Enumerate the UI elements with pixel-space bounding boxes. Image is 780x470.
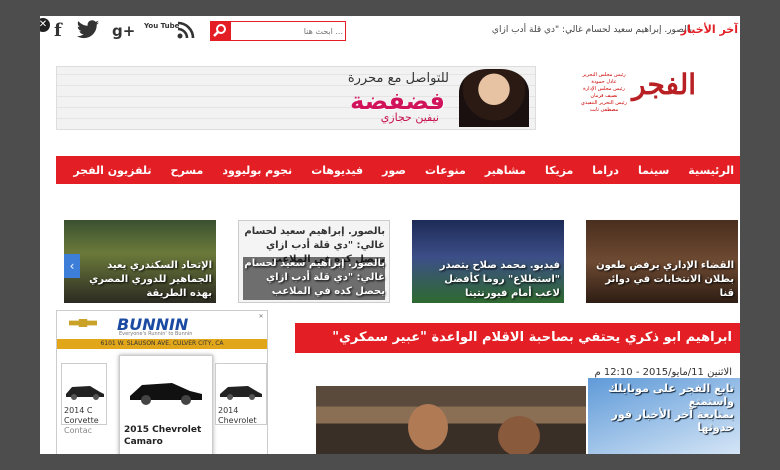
ad-header: BUNNIN Everyone's Runnin' to Bunnin ✕: [57, 311, 267, 339]
nav-item-drama[interactable]: دراما: [592, 164, 619, 177]
ad-car-label: 2015 Chevrolet Camaro: [124, 425, 202, 447]
facebook-icon[interactable]: f: [54, 20, 62, 42]
rss-icon[interactable]: [176, 20, 196, 42]
card-title: الإتحاد السكندري يعيد الجماهير للدوري ال…: [89, 260, 212, 299]
nav-item-celebrities[interactable]: مشاهير: [485, 164, 526, 177]
article-date: الاثنين 11/مايو/2015 - 12:10 م: [594, 367, 732, 378]
ticker-label: آخر الأخبار: [680, 23, 738, 36]
nav-item-tv[interactable]: تلفزيون الفجر: [73, 164, 151, 177]
top-bar: f g+ You Tube بالصور. إبراهيم سعيد لحسام…: [40, 16, 740, 47]
popup-text: تابع الفجر على موبايلك واستمتع بمتابعة آ…: [608, 382, 734, 434]
car-icon: [130, 383, 202, 405]
article-headline-bar[interactable]: ابراهيم ابو ذكري يحتفي بصاحبة الاقلام ال…: [295, 323, 740, 353]
nav-item-photos[interactable]: صور: [382, 164, 406, 177]
logo-text: الفجر: [632, 68, 696, 101]
news-slider: الإتحاد السكندري يعيد الجماهير للدوري ال…: [64, 220, 740, 303]
page: f g+ You Tube بالصور. إبراهيم سعيد لحسام…: [40, 16, 740, 454]
contact-banner[interactable]: للتواصل مع محررة فضفضة نيفين حجازي: [56, 66, 536, 130]
google-plus-icon[interactable]: g+: [112, 22, 135, 44]
card-title: القضاء الإداري يرفض طعون بطلان الانتخابا…: [596, 260, 734, 299]
nav-item-more[interactable]: المزيد: [40, 164, 54, 177]
slider-card[interactable]: فيديو. محمد صلاح يتصدر "استطلاع" روما كأ…: [412, 220, 564, 303]
news-ticker[interactable]: بالصور. إبراهيم سعيد لحسام غالي: "دي قلة…: [492, 25, 692, 35]
ad-car-card[interactable]: 2014 C Corvette Contac: [61, 363, 107, 435]
nav-item-videos[interactable]: فيديوهات: [311, 164, 363, 177]
card-title-overlay: بالصور. إبراهيم سعيد لحسام غالي: "دي قلة…: [243, 257, 385, 300]
car-icon: [66, 386, 104, 400]
nav-item-music[interactable]: مزيكا: [545, 164, 573, 177]
banner-portrait: [459, 69, 529, 127]
ad-car-label: 2014 C Corvette: [64, 406, 99, 425]
nav-item-cinema[interactable]: سينما: [638, 164, 669, 177]
site-logo[interactable]: رئيس مجلس التحرير عادل حمودة رئيس مجلس ا…: [580, 68, 730, 128]
ad-car-card[interactable]: 2014 Chevrolet: [215, 363, 267, 425]
site-header: للتواصل مع محررة فضفضة نيفين حجازي رئيس …: [40, 46, 740, 154]
main-nav: الرئيسية سينما دراما مزيكا مشاهير منوعات…: [40, 156, 740, 184]
car-icon: [220, 386, 262, 400]
ad-car-label: 2014 Chevrolet: [218, 406, 257, 425]
search-input[interactable]: [230, 21, 346, 41]
ad-close-icon[interactable]: ✕: [257, 313, 265, 321]
search-icon: [213, 24, 226, 37]
banner-name: نيفين حجازي: [380, 111, 439, 124]
slider-card[interactable]: بالصور. إبراهيم سعيد لحسام غالي: "دي قلة…: [238, 220, 390, 303]
ad-tagline: Everyone's Runnin' to Bunnin: [119, 331, 193, 337]
nav-item-theater[interactable]: مسرح: [171, 164, 204, 177]
nav-item-bollywood[interactable]: نجوم بوليوود: [222, 164, 292, 177]
card-title: فيديو. محمد صلاح يتصدر "استطلاع" روما كأ…: [439, 260, 560, 299]
logo-credits: رئيس مجلس التحرير عادل حمودة رئيس مجلس ا…: [581, 72, 627, 113]
slider-prev-button[interactable]: ‹: [64, 254, 80, 278]
slider-card[interactable]: الإتحاد السكندري يعيد الجماهير للدوري ال…: [64, 220, 216, 303]
car-ad[interactable]: BUNNIN Everyone's Runnin' to Bunnin ✕ 61…: [56, 310, 268, 454]
nav-item-home[interactable]: الرئيسية: [688, 164, 734, 177]
nav-item-misc[interactable]: منوعات: [425, 164, 466, 177]
twitter-icon[interactable]: [76, 20, 100, 42]
ad-address: 6101 W. SLAUSON AVE. CULVER CITY, CA: [57, 339, 267, 349]
article-headline: ابراهيم ابو ذكري يحتفي بصاحبة الاقلام ال…: [332, 330, 732, 345]
article-photo[interactable]: [316, 386, 586, 454]
ad-contact: Contac: [64, 426, 92, 435]
youtube-icon[interactable]: You Tube: [144, 22, 179, 44]
photo-person: [408, 404, 448, 450]
ad-car-card-featured[interactable]: 2015 Chevrolet Camaro: [119, 355, 213, 454]
chevrolet-logo-icon: [69, 319, 97, 327]
search-button[interactable]: [210, 21, 230, 41]
slider-card[interactable]: القضاء الإداري يرفض طعون بطلان الانتخابا…: [586, 220, 738, 303]
mobile-app-popup[interactable]: تابع الفجر على موبايلك واستمتع بمتابعة آ…: [588, 378, 740, 454]
banner-tagline: للتواصل مع محررة: [347, 71, 449, 86]
photo-person: [498, 416, 540, 454]
